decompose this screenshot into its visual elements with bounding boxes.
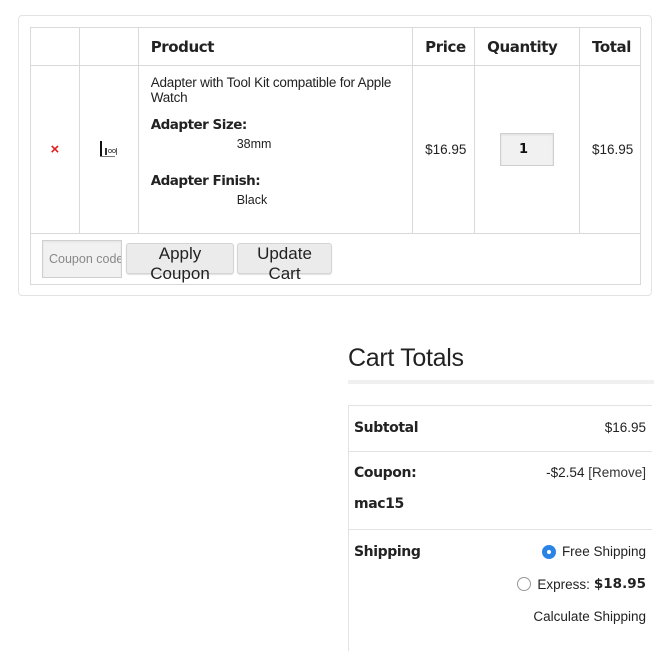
- subtotal-row: Subtotal $16.95: [348, 405, 652, 452]
- product-cell: Adapter with Tool Kit compatible for App…: [137, 65, 414, 234]
- shipping-row: Shipping Free Shipping Express: $18.95 C…: [349, 530, 653, 651]
- thumbnail-cell: [78, 65, 139, 234]
- shipping-options-cell: Free Shipping Express: $18.95 Calculate …: [454, 530, 652, 651]
- cart-actions-row: Apply Coupon Update Cart: [30, 232, 641, 286]
- cart-item-row: × Adapter with Tool Kit compatible for A…: [30, 65, 641, 234]
- subtotal-value: $16.95: [454, 405, 652, 452]
- product-name-link[interactable]: Adapter with Tool Kit compatible for App…: [151, 75, 400, 105]
- express-shipping-radio[interactable]: [517, 577, 532, 591]
- header-remove: [30, 27, 80, 66]
- variant-finish-label: Adapter Finish:: [150, 173, 261, 189]
- cart-table: Product Price Quantity Total × Adapter w…: [30, 27, 641, 286]
- variant-finish-value: Black: [236, 193, 268, 207]
- header-total: Total: [579, 27, 641, 66]
- shipping-option-free[interactable]: Free Shipping: [454, 544, 646, 559]
- remove-coupon-link[interactable]: [Remove]: [588, 465, 646, 480]
- coupon-code-input[interactable]: [42, 239, 122, 278]
- remove-item-icon[interactable]: ×: [31, 141, 79, 158]
- calculate-shipping-link[interactable]: Calculate Shipping: [454, 609, 646, 624]
- coupon-value-cell: -$2.54 [Remove]: [454, 451, 652, 530]
- variant-size-label: Adapter Size:: [150, 117, 248, 133]
- cart-actions: Apply Coupon Update Cart: [42, 239, 640, 283]
- cart-actions-cell: Apply Coupon Update Cart: [30, 232, 641, 286]
- coupon-code: mac15: [354, 496, 404, 512]
- quantity-input[interactable]: [500, 132, 555, 166]
- cart-form: Product Price Quantity Total × Adapter w…: [18, 15, 652, 296]
- tool-kit-thumbnail-icon[interactable]: [80, 138, 138, 160]
- cart-totals-divider: [348, 380, 654, 384]
- item-total: $16.95: [579, 65, 641, 234]
- header-price: Price: [412, 27, 476, 66]
- quantity-cell: [474, 65, 580, 234]
- free-shipping-radio[interactable]: [541, 544, 556, 559]
- variant-size-value: 38mm: [236, 137, 272, 151]
- update-cart-button[interactable]: Update Cart: [237, 243, 332, 283]
- free-shipping-label: Free Shipping: [561, 544, 646, 559]
- coupon-discount: -$2.54: [546, 465, 585, 480]
- header-thumbnail: [78, 27, 139, 66]
- coupon-label-cell: Coupon: mac15: [348, 451, 455, 530]
- apply-coupon-button[interactable]: Apply Coupon: [126, 243, 234, 283]
- coupon-row: Coupon: mac15 -$2.54 [Remove]: [348, 451, 652, 530]
- cart-totals-title: Cart Totals: [348, 344, 464, 372]
- cart-totals-table: Subtotal $16.95 Coupon: mac15 -$2.54 [Re…: [348, 405, 652, 651]
- express-shipping-price: $18.95: [593, 576, 646, 592]
- express-shipping-label: Express:: [537, 576, 590, 592]
- cart-header-row: Product Price Quantity Total: [30, 27, 641, 66]
- shipping-option-express[interactable]: Express: $18.95: [454, 576, 646, 592]
- header-product: Product: [137, 27, 414, 66]
- coupon-label: Coupon:: [354, 465, 417, 481]
- header-quantity: Quantity: [474, 27, 580, 66]
- shipping-label: Shipping: [354, 544, 421, 560]
- remove-cell: ×: [30, 65, 80, 234]
- item-price: $16.95: [412, 65, 476, 234]
- subtotal-label: Subtotal: [348, 405, 455, 452]
